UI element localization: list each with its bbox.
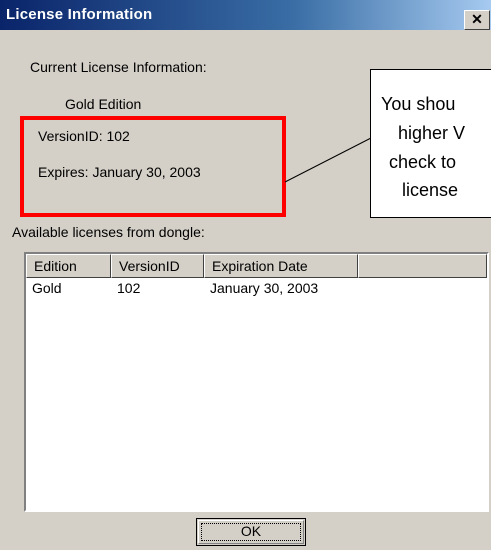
cell-expiration-date: January 30, 2003 bbox=[210, 280, 319, 296]
ok-button[interactable]: OK bbox=[196, 518, 306, 546]
column-header-expiration-date[interactable]: Expiration Date bbox=[204, 254, 358, 278]
list-header: Edition VersionID Expiration Date bbox=[26, 254, 487, 278]
table-row[interactable]: Gold 102 January 30, 2003 bbox=[26, 278, 487, 298]
available-licenses-heading: Available licenses from dongle: bbox=[12, 224, 205, 240]
column-header-version-id[interactable]: VersionID bbox=[111, 254, 204, 278]
cell-version-id: 102 bbox=[117, 280, 141, 296]
column-header-edition[interactable]: Edition bbox=[26, 254, 111, 278]
license-information-dialog: License Information ✕ Current License In… bbox=[0, 0, 491, 550]
callout-line: higher V bbox=[398, 123, 466, 143]
ok-button-label: OK bbox=[240, 523, 262, 539]
callout-line: check to bbox=[389, 152, 457, 172]
licenses-list[interactable]: Edition VersionID Expiration Date Gold 1… bbox=[24, 252, 489, 512]
cell-edition: Gold bbox=[32, 280, 62, 296]
annotation-callout: You shou higher V check to license bbox=[370, 69, 491, 218]
callout-line: license bbox=[402, 180, 459, 200]
column-header-filler bbox=[358, 254, 487, 278]
callout-line: You shou bbox=[381, 94, 456, 114]
